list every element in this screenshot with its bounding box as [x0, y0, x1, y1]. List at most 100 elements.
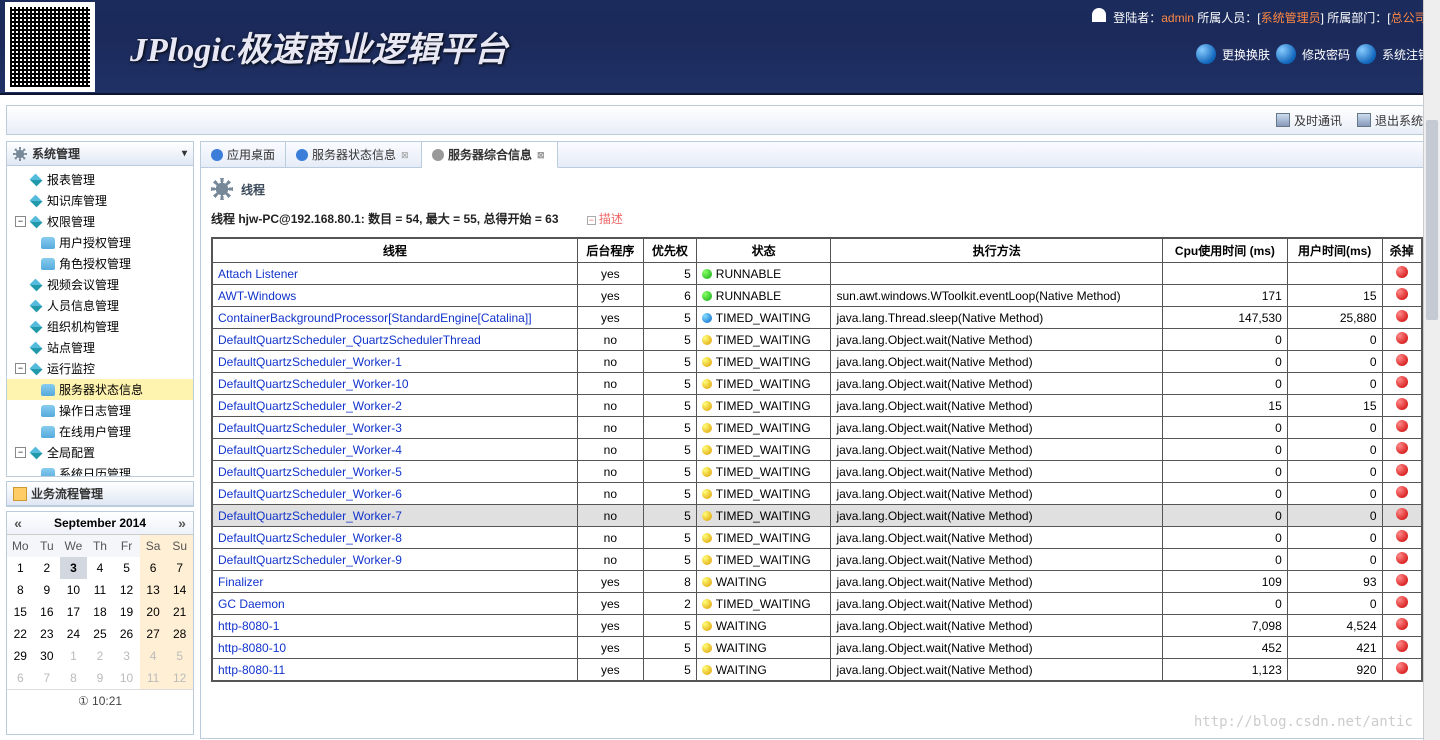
thread-link[interactable]: DefaultQuartzScheduler_Worker-8: [212, 527, 577, 549]
cal-day[interactable]: 2: [87, 645, 114, 667]
exit-button[interactable]: 退出系统: [1357, 112, 1423, 129]
password-icon[interactable]: [1276, 44, 1296, 64]
table-row[interactable]: http-8080-1yes5WAITINGjava.lang.Object.w…: [212, 615, 1422, 637]
expand-icon[interactable]: −: [15, 363, 26, 374]
sidebar-sys-header[interactable]: 系统管理 ▾: [7, 142, 193, 166]
kill-button[interactable]: [1382, 329, 1422, 351]
table-row[interactable]: Attach Listeneryes5RUNNABLE: [212, 263, 1422, 285]
cal-day[interactable]: 23: [34, 623, 61, 645]
cal-next-button[interactable]: »: [174, 515, 190, 531]
thread-link[interactable]: DefaultQuartzScheduler_Worker-2: [212, 395, 577, 417]
thread-link[interactable]: Finalizer: [212, 571, 577, 593]
table-row[interactable]: GC Daemonyes2TIMED_WAITINGjava.lang.Obje…: [212, 593, 1422, 615]
table-header[interactable]: 线程: [212, 238, 577, 263]
table-row[interactable]: DefaultQuartzScheduler_QuartzSchedulerTh…: [212, 329, 1422, 351]
cal-day[interactable]: 19: [113, 601, 140, 623]
table-row[interactable]: http-8080-10yes5WAITINGjava.lang.Object.…: [212, 637, 1422, 659]
cal-day[interactable]: 11: [140, 667, 167, 689]
cal-day[interactable]: 3: [113, 645, 140, 667]
tree-item[interactable]: −运行监控: [7, 358, 193, 379]
thread-link[interactable]: DefaultQuartzScheduler_Worker-3: [212, 417, 577, 439]
expand-icon[interactable]: −: [15, 216, 26, 227]
tab[interactable]: 服务器综合信息⊠: [422, 142, 558, 168]
table-header[interactable]: 优先权: [643, 238, 696, 263]
cal-day[interactable]: 20: [140, 601, 167, 623]
cal-day[interactable]: 15: [7, 601, 34, 623]
tab[interactable]: 应用桌面: [201, 142, 286, 167]
table-row[interactable]: DefaultQuartzScheduler_Worker-6no5TIMED_…: [212, 483, 1422, 505]
tree-item[interactable]: 视频会议管理: [7, 274, 193, 295]
thread-link[interactable]: DefaultQuartzScheduler_Worker-7: [212, 505, 577, 527]
table-row[interactable]: DefaultQuartzScheduler_Worker-1no5TIMED_…: [212, 351, 1422, 373]
login-user-link[interactable]: admin: [1161, 11, 1194, 25]
tree-item[interactable]: −权限管理: [7, 211, 193, 232]
table-row[interactable]: DefaultQuartzScheduler_Worker-3no5TIMED_…: [212, 417, 1422, 439]
kill-button[interactable]: [1382, 527, 1422, 549]
cal-day[interactable]: 5: [113, 557, 140, 579]
table-row[interactable]: DefaultQuartzScheduler_Worker-10no5TIMED…: [212, 373, 1422, 395]
kill-button[interactable]: [1382, 307, 1422, 329]
thread-link[interactable]: http-8080-11: [212, 659, 577, 682]
cal-day[interactable]: 8: [60, 667, 87, 689]
table-header[interactable]: Cpu使用时间 (ms): [1163, 238, 1288, 263]
cal-day[interactable]: 12: [166, 667, 193, 689]
cal-day[interactable]: 7: [166, 557, 193, 579]
thread-link[interactable]: DefaultQuartzScheduler_Worker-5: [212, 461, 577, 483]
desc-toggle[interactable]: −描述: [587, 212, 623, 226]
cal-day[interactable]: 30: [34, 645, 61, 667]
thread-link[interactable]: Attach Listener: [212, 263, 577, 285]
expand-icon[interactable]: −: [15, 447, 26, 458]
cal-day[interactable]: 24: [60, 623, 87, 645]
kill-button[interactable]: [1382, 615, 1422, 637]
kill-button[interactable]: [1382, 395, 1422, 417]
thread-link[interactable]: AWT-Windows: [212, 285, 577, 307]
table-row[interactable]: DefaultQuartzScheduler_Worker-8no5TIMED_…: [212, 527, 1422, 549]
thread-link[interactable]: DefaultQuartzScheduler_Worker-1: [212, 351, 577, 373]
cal-day[interactable]: 5: [166, 645, 193, 667]
cal-day[interactable]: 13: [140, 579, 167, 601]
kill-button[interactable]: [1382, 461, 1422, 483]
table-header[interactable]: 状态: [696, 238, 831, 263]
kill-button[interactable]: [1382, 417, 1422, 439]
cal-day[interactable]: 8: [7, 579, 34, 601]
cal-day[interactable]: 1: [60, 645, 87, 667]
kill-button[interactable]: [1382, 505, 1422, 527]
kill-button[interactable]: [1382, 263, 1422, 285]
cal-day[interactable]: 11: [87, 579, 114, 601]
kill-button[interactable]: [1382, 373, 1422, 395]
table-row[interactable]: DefaultQuartzScheduler_Worker-2no5TIMED_…: [212, 395, 1422, 417]
cal-day[interactable]: 6: [7, 667, 34, 689]
table-header[interactable]: 后台程序: [577, 238, 643, 263]
cal-day[interactable]: 17: [60, 601, 87, 623]
cal-day[interactable]: 9: [34, 579, 61, 601]
skin-icon[interactable]: [1196, 44, 1216, 64]
cal-day[interactable]: 12: [113, 579, 140, 601]
cal-day[interactable]: 10: [113, 667, 140, 689]
table-header[interactable]: 杀掉: [1382, 238, 1422, 263]
im-button[interactable]: 及时通讯: [1276, 112, 1342, 129]
tree-item[interactable]: −全局配置: [7, 442, 193, 463]
cal-day[interactable]: 10: [60, 579, 87, 601]
tab[interactable]: 服务器状态信息⊠: [286, 142, 422, 167]
tree-item[interactable]: 知识库管理: [7, 190, 193, 211]
cal-day[interactable]: 21: [166, 601, 193, 623]
cal-day[interactable]: 7: [34, 667, 61, 689]
tree-item[interactable]: 人员信息管理: [7, 295, 193, 316]
cal-day[interactable]: 29: [7, 645, 34, 667]
logout-icon[interactable]: [1356, 44, 1376, 64]
cal-day[interactable]: 14: [166, 579, 193, 601]
cal-day[interactable]: 27: [140, 623, 167, 645]
tree-item[interactable]: 站点管理: [7, 337, 193, 358]
tree-item[interactable]: 在线用户管理: [7, 421, 193, 442]
dept-company-link[interactable]: 总公司: [1391, 11, 1427, 25]
cal-day[interactable]: 18: [87, 601, 114, 623]
table-row[interactable]: http-8080-11yes5WAITINGjava.lang.Object.…: [212, 659, 1422, 682]
table-row[interactable]: DefaultQuartzScheduler_Worker-7no5TIMED_…: [212, 505, 1422, 527]
thread-link[interactable]: DefaultQuartzScheduler_QuartzSchedulerTh…: [212, 329, 577, 351]
cal-day[interactable]: 4: [140, 645, 167, 667]
dept-role-link[interactable]: 系统管理员: [1261, 11, 1321, 25]
cal-prev-button[interactable]: «: [10, 515, 26, 531]
thread-link[interactable]: GC Daemon: [212, 593, 577, 615]
thread-link[interactable]: DefaultQuartzScheduler_Worker-6: [212, 483, 577, 505]
vertical-scrollbar[interactable]: [1423, 0, 1440, 740]
